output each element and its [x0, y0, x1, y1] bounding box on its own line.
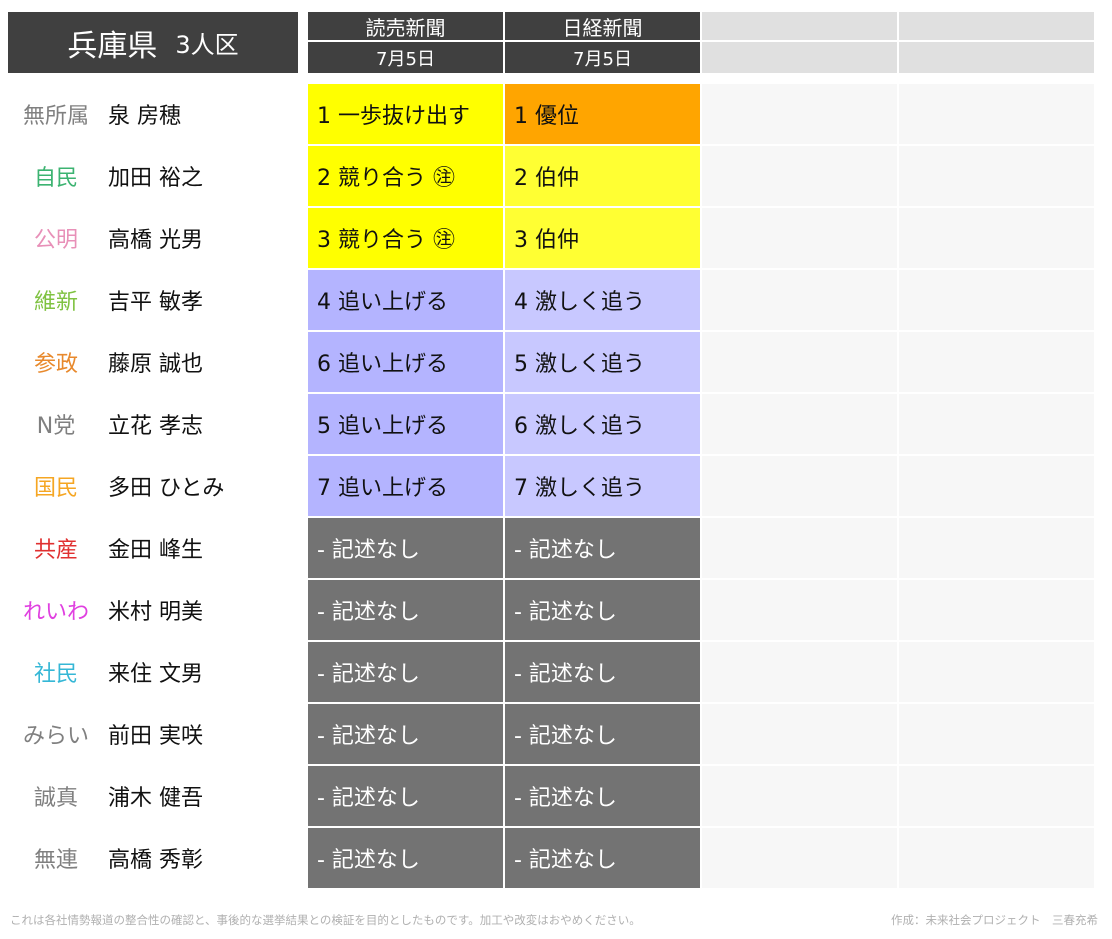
forecast-cell: 3 競り合う ㊟	[308, 208, 503, 268]
forecast-cell: - 記述なし	[308, 766, 503, 826]
forecast-cell: - 記述なし	[308, 704, 503, 764]
forecast-cell: - 記述なし	[505, 828, 700, 888]
region-title-box: 兵庫県 3人区	[8, 12, 298, 73]
column-header-name	[702, 12, 897, 40]
party-label: れいわ	[22, 600, 89, 625]
empty-cell	[702, 642, 897, 702]
candidate-name: 立花 孝志	[108, 414, 203, 439]
forecast-cell: 1 優位	[505, 84, 700, 144]
footer-note: これは各社情勢報道の整合性の確認と、事後的な選挙結果との検証を目的としたものです…	[10, 913, 641, 927]
party-label: 維新	[33, 290, 78, 315]
forecast-cell: 2 伯仲	[505, 146, 700, 206]
party-label: N党	[36, 414, 76, 439]
empty-cell	[899, 766, 1094, 826]
forecast-cell: - 記述なし	[505, 766, 700, 826]
forecast-cell: 3 伯仲	[505, 208, 700, 268]
forecast-cell: - 記述なし	[308, 518, 503, 578]
column-header-name	[899, 12, 1094, 40]
empty-cell	[899, 456, 1094, 516]
party-label: 自民	[33, 166, 78, 191]
forecast-cell: 7 激しく追う	[505, 456, 700, 516]
forecast-cell: 4 追い上げる	[308, 270, 503, 330]
party-label: 社民	[33, 662, 78, 687]
candidate-name: 米村 明美	[108, 600, 203, 625]
party-label: 無連	[33, 848, 78, 873]
empty-cell	[702, 394, 897, 454]
party-label: 参政	[33, 352, 78, 377]
forecast-cell: 6 激しく追う	[505, 394, 700, 454]
empty-cell	[899, 580, 1094, 640]
empty-cell	[702, 518, 897, 578]
empty-cell	[702, 580, 897, 640]
empty-cell	[899, 394, 1094, 454]
empty-cell	[702, 332, 897, 392]
empty-cell	[702, 766, 897, 826]
candidate-name: 泉 房穂	[108, 104, 181, 129]
column-header-name: 日経新聞	[505, 12, 700, 40]
party-label: 公明	[33, 228, 78, 253]
empty-cell	[702, 84, 897, 144]
candidate-name: 高橋 光男	[108, 228, 203, 253]
empty-cell	[899, 208, 1094, 268]
candidate-name: 加田 裕之	[108, 166, 203, 191]
candidate-name: 吉平 敏孝	[108, 290, 203, 315]
forecast-cell: - 記述なし	[505, 580, 700, 640]
forecast-cell: 4 激しく追う	[505, 270, 700, 330]
forecast-cell: 5 追い上げる	[308, 394, 503, 454]
candidate-name: 金田 峰生	[108, 538, 203, 563]
empty-cell	[899, 332, 1094, 392]
forecast-cell: 2 競り合う ㊟	[308, 146, 503, 206]
forecast-cell: - 記述なし	[505, 704, 700, 764]
column-header-name: 読売新聞	[308, 12, 503, 40]
forecast-cell: 7 追い上げる	[308, 456, 503, 516]
column-header-date	[899, 42, 1094, 73]
party-label: みらい	[22, 724, 89, 749]
column-header-date	[702, 42, 897, 73]
empty-cell	[899, 518, 1094, 578]
candidate-name: 高橋 秀彰	[108, 848, 203, 873]
empty-cell	[702, 146, 897, 206]
forecast-cell: - 記述なし	[308, 828, 503, 888]
empty-cell	[899, 270, 1094, 330]
forecast-cell: - 記述なし	[308, 580, 503, 640]
seat-count: 3人区	[175, 31, 239, 59]
candidate-name: 浦木 健吾	[108, 786, 203, 811]
empty-cell	[702, 270, 897, 330]
candidate-name: 来住 文男	[108, 662, 203, 687]
forecast-cell: 5 激しく追う	[505, 332, 700, 392]
empty-cell	[702, 208, 897, 268]
forecast-cell: - 記述なし	[308, 642, 503, 702]
empty-cell	[899, 828, 1094, 888]
column-header-date: 7月5日	[308, 42, 503, 73]
candidate-name: 藤原 誠也	[108, 352, 203, 377]
forecast-cell: - 記述なし	[505, 642, 700, 702]
empty-cell	[899, 84, 1094, 144]
empty-cell	[702, 456, 897, 516]
candidate-name: 前田 実咲	[108, 724, 203, 749]
forecast-cell: - 記述なし	[505, 518, 700, 578]
candidate-name: 多田 ひとみ	[108, 476, 225, 501]
empty-cell	[702, 828, 897, 888]
party-label: 共産	[33, 538, 78, 563]
forecast-cell: 6 追い上げる	[308, 332, 503, 392]
party-label: 無所属	[22, 104, 89, 129]
forecast-cell: 1 一歩抜け出す	[308, 84, 503, 144]
empty-cell	[899, 704, 1094, 764]
region-title: 兵庫県	[67, 28, 158, 64]
party-label: 誠真	[33, 786, 78, 811]
empty-cell	[702, 704, 897, 764]
party-label: 国民	[33, 476, 78, 501]
footer-credit: 作成：未来社会プロジェクト 三春充希	[891, 913, 1098, 927]
empty-cell	[899, 642, 1094, 702]
empty-cell	[899, 146, 1094, 206]
column-header-date: 7月5日	[505, 42, 700, 73]
